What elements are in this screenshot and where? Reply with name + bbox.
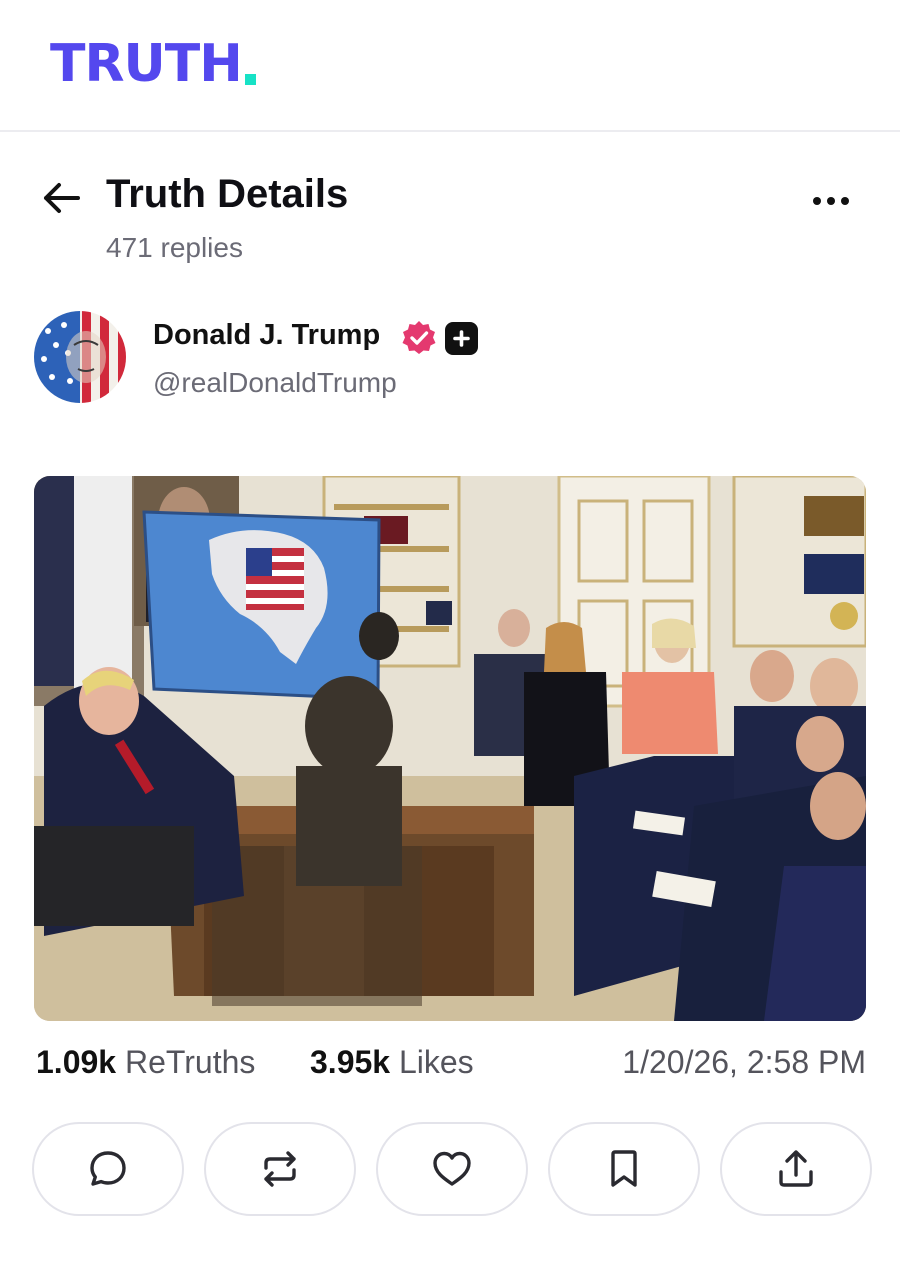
retruth-icon (264, 1151, 296, 1187)
more-horizontal-icon (813, 197, 821, 205)
retruths-label: ReTruths (124, 1044, 256, 1080)
back-button[interactable] (38, 176, 84, 220)
bookmark-icon (611, 1150, 637, 1187)
reply-button[interactable] (32, 1122, 184, 1216)
retruths-count: 1.09k (36, 1044, 117, 1080)
logo-dot (244, 74, 256, 85)
retruths-stat[interactable]: 1.09k ReTruths (36, 1044, 255, 1081)
avatar[interactable] (34, 311, 126, 403)
verified-badge-icon (402, 321, 436, 354)
page-header: Truth Details 471 replies (0, 150, 900, 280)
post-timestamp: 1/20/26, 2:58 PM (622, 1044, 866, 1080)
share-button[interactable] (720, 1122, 872, 1216)
arrow-left-icon (44, 183, 80, 213)
likes-count: 3.95k (310, 1044, 391, 1080)
reply-count: 471 replies (106, 232, 243, 263)
likes-label: Likes (398, 1044, 474, 1080)
truth-plus-badge-icon (445, 322, 478, 355)
post-stats: 1.09k ReTruths 3.95k Likes 1/20/26, 2:58… (36, 1044, 866, 1088)
retruth-button[interactable] (204, 1122, 356, 1216)
post-author: Donald J. Trump @realDonaldTrump (0, 305, 900, 415)
like-icon (433, 1151, 471, 1186)
page-title: Truth Details (106, 172, 349, 216)
bookmark-button[interactable] (548, 1122, 700, 1216)
truth-logo[interactable]: TRUTH (50, 30, 256, 90)
top-bar: TRUTH (0, 0, 900, 132)
share-icon (779, 1150, 813, 1187)
reply-icon (90, 1151, 126, 1186)
likes-stat[interactable]: 3.95k Likes (310, 1044, 474, 1081)
author-name[interactable]: Donald J. Trump (153, 319, 380, 352)
like-button[interactable] (376, 1122, 528, 1216)
post-photo[interactable] (34, 476, 866, 1021)
post-actions (32, 1122, 872, 1218)
author-handle[interactable]: @realDonaldTrump (153, 367, 397, 399)
logo-text: TRUTH (50, 34, 243, 94)
more-options-button[interactable] (804, 186, 858, 216)
